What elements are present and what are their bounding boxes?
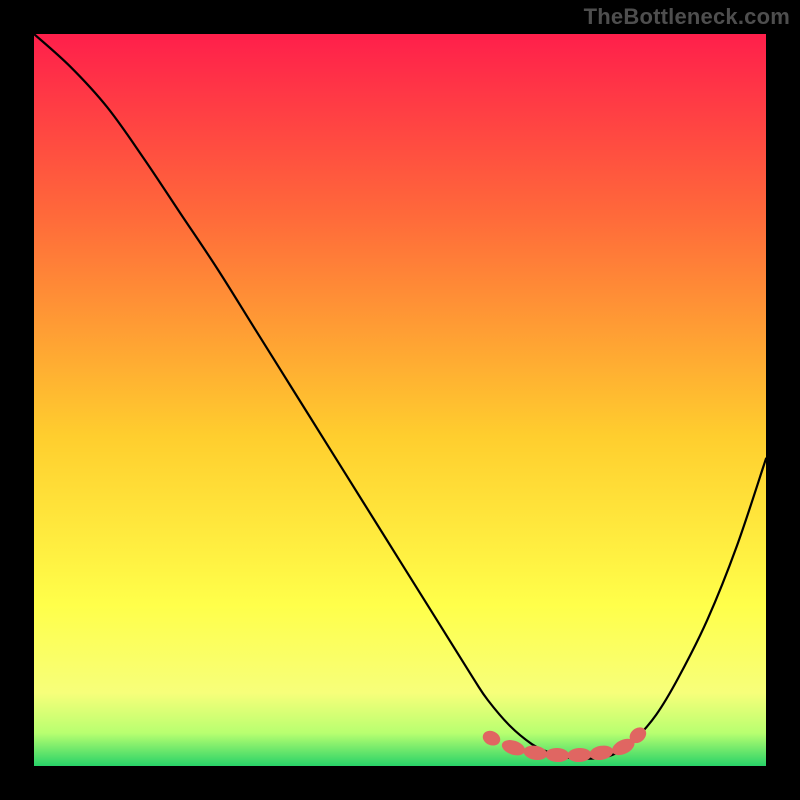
plot-area xyxy=(34,34,766,766)
watermark-text: TheBottleneck.com xyxy=(584,4,790,30)
chart-frame: TheBottleneck.com xyxy=(0,0,800,800)
chart-svg xyxy=(34,34,766,766)
